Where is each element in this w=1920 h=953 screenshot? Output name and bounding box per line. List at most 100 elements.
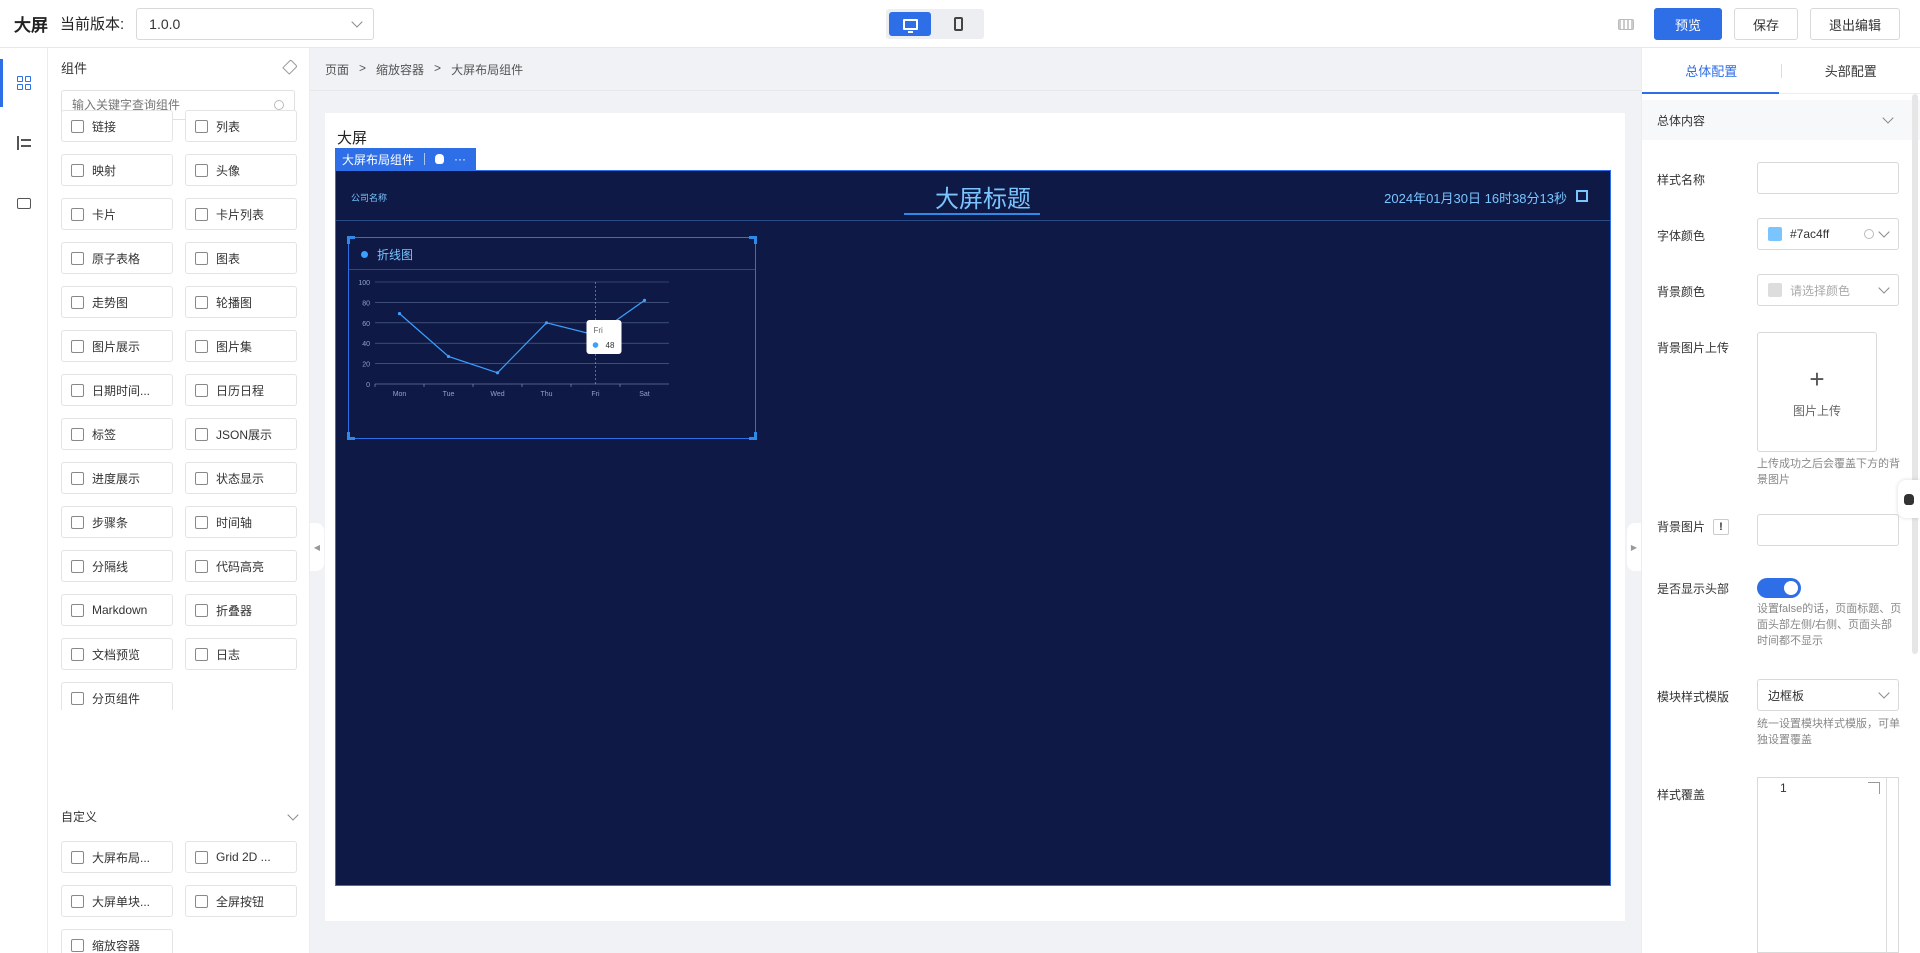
selected-component-tag[interactable]: 大屏布局组件 ··· (335, 148, 477, 170)
component-item[interactable]: 头像 (185, 154, 297, 186)
component-item[interactable]: 代码高亮 (185, 550, 297, 582)
version-value: 1.0.0 (149, 15, 181, 32)
chevron-down-icon (1878, 282, 1890, 294)
editor-gutter (1886, 778, 1887, 953)
component-item[interactable]: 分页组件 (61, 682, 173, 710)
component-label: 全屏按钮 (216, 894, 265, 909)
component-label: JSON展示 (216, 427, 273, 442)
component-item[interactable]: 原子表格 (61, 242, 173, 274)
big-screen-layout[interactable]: 公司名称 大屏标题 2024年01月30日 16时38分13秒 折线图 0 20 4… (335, 170, 1611, 886)
component-item[interactable]: 日期时间... (61, 374, 173, 406)
code-icon (17, 197, 31, 209)
component-label: 大屏单块... (92, 894, 151, 909)
save-button[interactable]: 保存 (1733, 8, 1798, 40)
pin-icon[interactable] (282, 59, 298, 75)
breadcrumb-item[interactable]: 缩放容器 (376, 61, 424, 78)
component-item[interactable]: 轮播图 (185, 286, 297, 318)
component-list-scroll[interactable]: 链接 列表 映射 头像 卡片 卡片列表 原子表格 图表 走势图 轮播图 图片展示 图片集 日期时间...… (48, 110, 310, 710)
tooltip-box (586, 320, 622, 355)
mobile-view-button[interactable] (937, 12, 979, 36)
component-item[interactable]: 文档预览 (61, 638, 173, 670)
panel-header: 组件 (48, 48, 309, 86)
page-card[interactable]: 大屏 大屏布局组件 ··· 公司名称 大屏标题 2024年01月30日 16时3… (325, 113, 1625, 921)
preview-button[interactable]: 预览 (1653, 8, 1722, 40)
component-item[interactable]: 日志 (185, 638, 297, 670)
debug-icon[interactable] (435, 154, 445, 164)
component-item[interactable]: 卡片列表 (185, 198, 297, 230)
data-point[interactable] (642, 298, 647, 302)
show-header-toggle[interactable] (1757, 578, 1801, 598)
fullscreen-icon[interactable] (1576, 190, 1588, 202)
expand-icon[interactable] (1868, 782, 1880, 794)
component-item[interactable]: 折叠器 (185, 594, 297, 626)
section-overall-content[interactable]: 总体内容 (1642, 100, 1920, 140)
breadcrumb-item[interactable]: 页面 (325, 61, 349, 78)
component-item[interactable]: 卡片 (61, 198, 173, 230)
component-item[interactable]: 链接 (61, 110, 173, 142)
grid-icon (17, 76, 31, 90)
style-override-editor[interactable]: 1 (1757, 777, 1899, 953)
component-item[interactable]: 图片集 (185, 330, 297, 362)
component-item[interactable]: 步骤条 (61, 506, 173, 538)
component-item[interactable]: 分隔线 (61, 550, 173, 582)
editor-line-number: 1 (1780, 781, 1787, 795)
component-item[interactable]: 列表 (185, 110, 297, 142)
show-header-label: 是否显示头部 (1657, 582, 1730, 596)
tab-global-config[interactable]: 总体配置 (1642, 61, 1781, 80)
component-icon (195, 295, 208, 309)
line-chart-module[interactable]: 折线图 0 20 40 60 80 100 Mon Tue Wed Thu Fri Sat Fri 48 (347, 236, 757, 440)
data-point[interactable] (446, 354, 451, 359)
component-item[interactable]: 标签 (61, 418, 173, 450)
custom-section-header[interactable]: 自定义 (61, 808, 299, 825)
tooltip-value: 48 (606, 341, 615, 350)
component-item[interactable]: Grid 2D ... (185, 841, 297, 873)
component-item[interactable]: 进度展示 (61, 462, 173, 494)
more-icon[interactable]: ··· (454, 152, 466, 166)
line-chart[interactable]: 020406080100Mon Tue Wed Thu Fri SatFri48 (349, 270, 755, 438)
style-name-input[interactable] (1757, 162, 1899, 194)
component-item[interactable]: 缩放容器 (61, 929, 173, 953)
component-item[interactable]: 时间轴 (185, 506, 297, 538)
component-item[interactable]: JSON展示 (185, 418, 297, 450)
x-tick-label: Tue (443, 391, 455, 398)
debug-float-button[interactable] (1898, 480, 1920, 518)
scrollbar[interactable] (1912, 94, 1918, 953)
data-point[interactable] (495, 371, 500, 375)
component-item[interactable]: 日历日程 (185, 374, 297, 406)
collapse-right-handle[interactable]: ▶ (1627, 523, 1641, 571)
component-item[interactable]: 走势图 (61, 286, 173, 318)
tab-header-config[interactable]: 头部配置 (1782, 61, 1920, 80)
component-icon (195, 383, 208, 397)
version-select[interactable]: 1.0.0 (136, 7, 375, 40)
version-label: 当前版本: (60, 16, 125, 33)
data-point[interactable] (544, 321, 549, 325)
font-color-picker[interactable]: #7ac4ff (1757, 218, 1899, 250)
breadcrumb-item[interactable]: 大屏布局组件 (451, 61, 523, 78)
rail-code[interactable] (0, 179, 48, 227)
collapse-left-handle[interactable]: ◀ (310, 523, 324, 571)
scrollbar-thumb[interactable] (1912, 94, 1918, 654)
rail-outline[interactable] (0, 119, 48, 167)
clear-icon[interactable] (1864, 229, 1874, 239)
module-style-value: 边框板 (1768, 688, 1805, 703)
component-item[interactable]: 状态显示 (185, 462, 297, 494)
bg-color-picker[interactable]: 请选择颜色 (1757, 274, 1899, 306)
component-item[interactable]: 全屏按钮 (185, 885, 297, 917)
component-item[interactable]: 图表 (185, 242, 297, 274)
module-style-select[interactable]: 边框板 (1757, 679, 1899, 711)
keyboard-icon[interactable] (1617, 18, 1634, 30)
component-item[interactable]: 映射 (61, 154, 173, 186)
exit-edit-button[interactable]: 退出编辑 (1809, 8, 1900, 40)
component-icon (71, 119, 84, 133)
component-item[interactable]: 大屏单块... (61, 885, 173, 917)
bg-image-input[interactable] (1757, 514, 1899, 546)
component-item[interactable]: Markdown (61, 594, 173, 626)
component-item[interactable]: 图片展示 (61, 330, 173, 362)
image-upload-box[interactable]: + 图片上传 (1757, 332, 1877, 452)
rail-components[interactable] (0, 59, 48, 107)
component-item[interactable]: 大屏布局... (61, 841, 173, 873)
data-point[interactable] (397, 312, 402, 316)
desktop-view-button[interactable] (889, 12, 931, 36)
warning-icon[interactable]: ! (1713, 518, 1730, 535)
custom-component-area: 大屏布局... Grid 2D ... 大屏单块... 全屏按钮缩放容器 (48, 841, 310, 953)
